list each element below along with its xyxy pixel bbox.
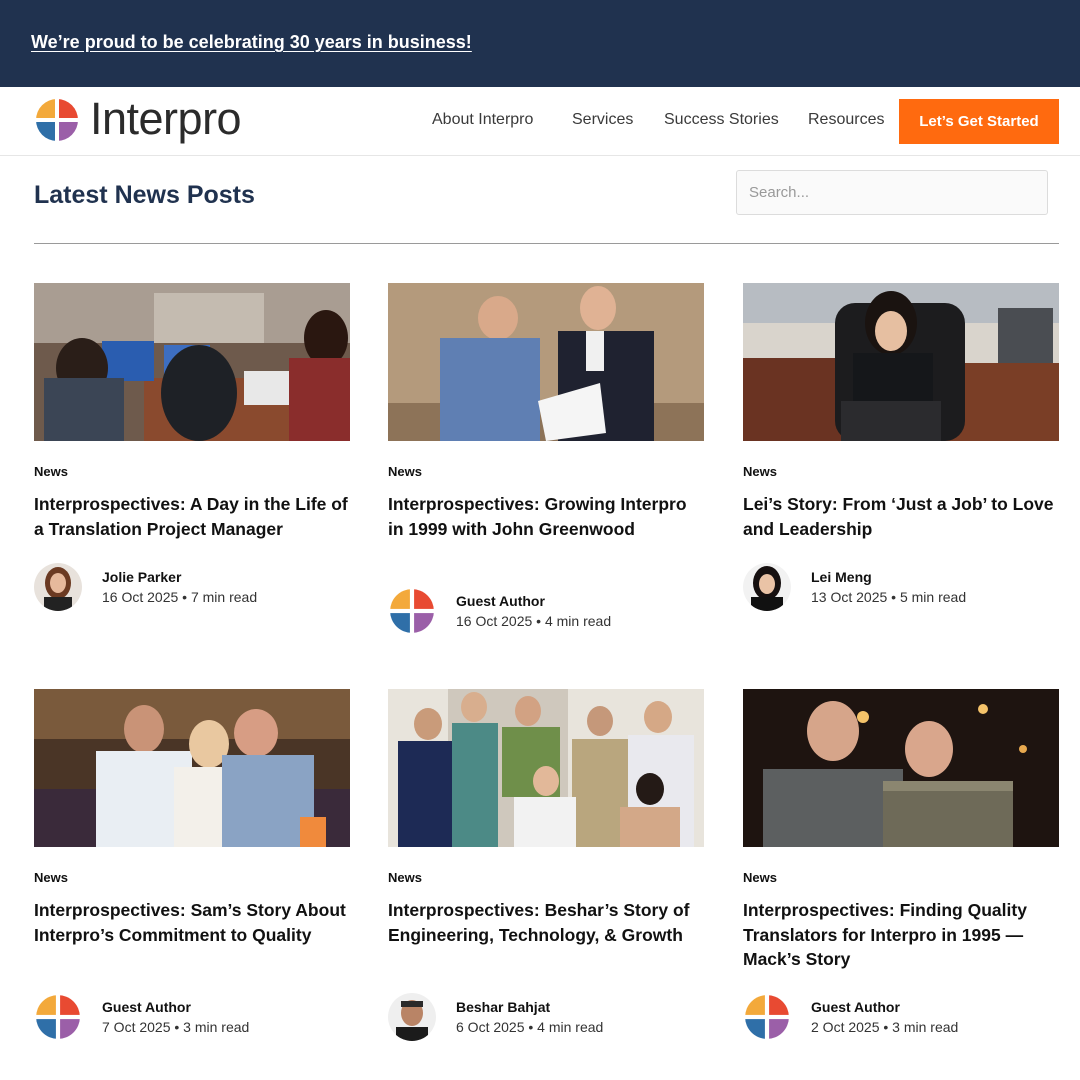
author-name: Guest Author (102, 999, 191, 1015)
interpro-logo-icon (743, 993, 791, 1041)
post-category: News (743, 870, 777, 885)
author-name: Jolie Parker (102, 569, 182, 585)
author-avatar (34, 993, 82, 1041)
nav-resources[interactable]: Resources (808, 111, 884, 129)
post-card[interactable]: News Interprospectives: Beshar’s Story o… (388, 689, 704, 1041)
post-title[interactable]: Lei’s Story: From ‘Just a Job’ to Love a… (743, 492, 1059, 541)
nav-services[interactable]: Services (572, 111, 633, 129)
post-meta: 7 Oct 2025 • 3 min read (102, 1019, 250, 1035)
author-name: Guest Author (456, 593, 545, 609)
post-category: News (388, 870, 422, 885)
post-category: News (388, 464, 422, 479)
post-meta: 13 Oct 2025 • 5 min read (811, 589, 967, 605)
post-meta: 6 Oct 2025 • 4 min read (456, 1019, 604, 1035)
author-avatar (34, 563, 82, 611)
post-author: Jolie Parker 16 Oct 2025 • 7 min read (34, 563, 350, 613)
post-author: Lei Meng 13 Oct 2025 • 5 min read (743, 563, 1059, 613)
post-title[interactable]: Interprospectives: Finding Quality Trans… (743, 898, 1059, 972)
post-card[interactable]: News Interprospectives: Growing Interpro… (388, 283, 704, 635)
post-card[interactable]: News Lei’s Story: From ‘Just a Job’ to L… (743, 283, 1059, 611)
author-name: Lei Meng (811, 569, 872, 585)
post-author: Guest Author 16 Oct 2025 • 4 min read (388, 587, 704, 637)
post-meta: 16 Oct 2025 • 7 min read (102, 589, 258, 605)
post-card[interactable]: News Interprospectives: Finding Quality … (743, 689, 1059, 1041)
post-thumbnail[interactable] (388, 283, 704, 441)
author-name: Beshar Bahjat (456, 999, 551, 1015)
post-author: Guest Author 2 Oct 2025 • 3 min read (743, 993, 1059, 1043)
get-started-button[interactable]: Let’s Get Started (899, 99, 1059, 144)
divider (34, 243, 1059, 244)
post-thumbnail[interactable] (388, 689, 704, 847)
post-title[interactable]: Interprospectives: Sam’s Story About Int… (34, 898, 350, 947)
announcement-banner: We’re proud to be celebrating 30 years i… (0, 0, 1080, 87)
page-title: Latest News Posts (34, 181, 255, 209)
announcement-link[interactable]: We’re proud to be celebrating 30 years i… (31, 32, 472, 53)
post-thumbnail[interactable] (743, 283, 1059, 441)
post-meta: 16 Oct 2025 • 4 min read (456, 613, 612, 629)
interpro-logo-icon (34, 993, 82, 1041)
author-avatar (743, 993, 791, 1041)
post-thumbnail[interactable] (743, 689, 1059, 847)
author-avatar (388, 587, 436, 635)
post-thumbnail[interactable] (34, 283, 350, 441)
post-card[interactable]: News Interprospectives: Sam’s Story Abou… (34, 689, 350, 1041)
search-input[interactable] (736, 170, 1048, 215)
nav-success-stories[interactable]: Success Stories (664, 111, 779, 129)
brand-logo[interactable]: Interpro (34, 93, 264, 144)
interpro-logo-icon (388, 587, 436, 635)
post-category: News (34, 464, 68, 479)
nav-about[interactable]: About Interpro (432, 111, 533, 129)
post-thumbnail[interactable] (34, 689, 350, 847)
interpro-logo-icon (34, 97, 80, 143)
main-navigation: Interpro About Interpro Services Success… (0, 87, 1080, 156)
post-category: News (34, 870, 68, 885)
post-title[interactable]: Interprospectives: Growing Interpro in 1… (388, 492, 704, 541)
post-meta: 2 Oct 2025 • 3 min read (811, 1019, 959, 1035)
post-title[interactable]: Interprospectives: A Day in the Life of … (34, 492, 350, 541)
author-name: Guest Author (811, 999, 900, 1015)
post-card[interactable]: News Interprospectives: A Day in the Lif… (34, 283, 350, 611)
post-author: Beshar Bahjat 6 Oct 2025 • 4 min read (388, 993, 704, 1043)
post-category: News (743, 464, 777, 479)
brand-name: Interpro (90, 93, 242, 144)
author-avatar (388, 993, 436, 1041)
post-title[interactable]: Interprospectives: Beshar’s Story of Eng… (388, 898, 704, 947)
post-author: Guest Author 7 Oct 2025 • 3 min read (34, 993, 350, 1043)
author-avatar (743, 563, 791, 611)
